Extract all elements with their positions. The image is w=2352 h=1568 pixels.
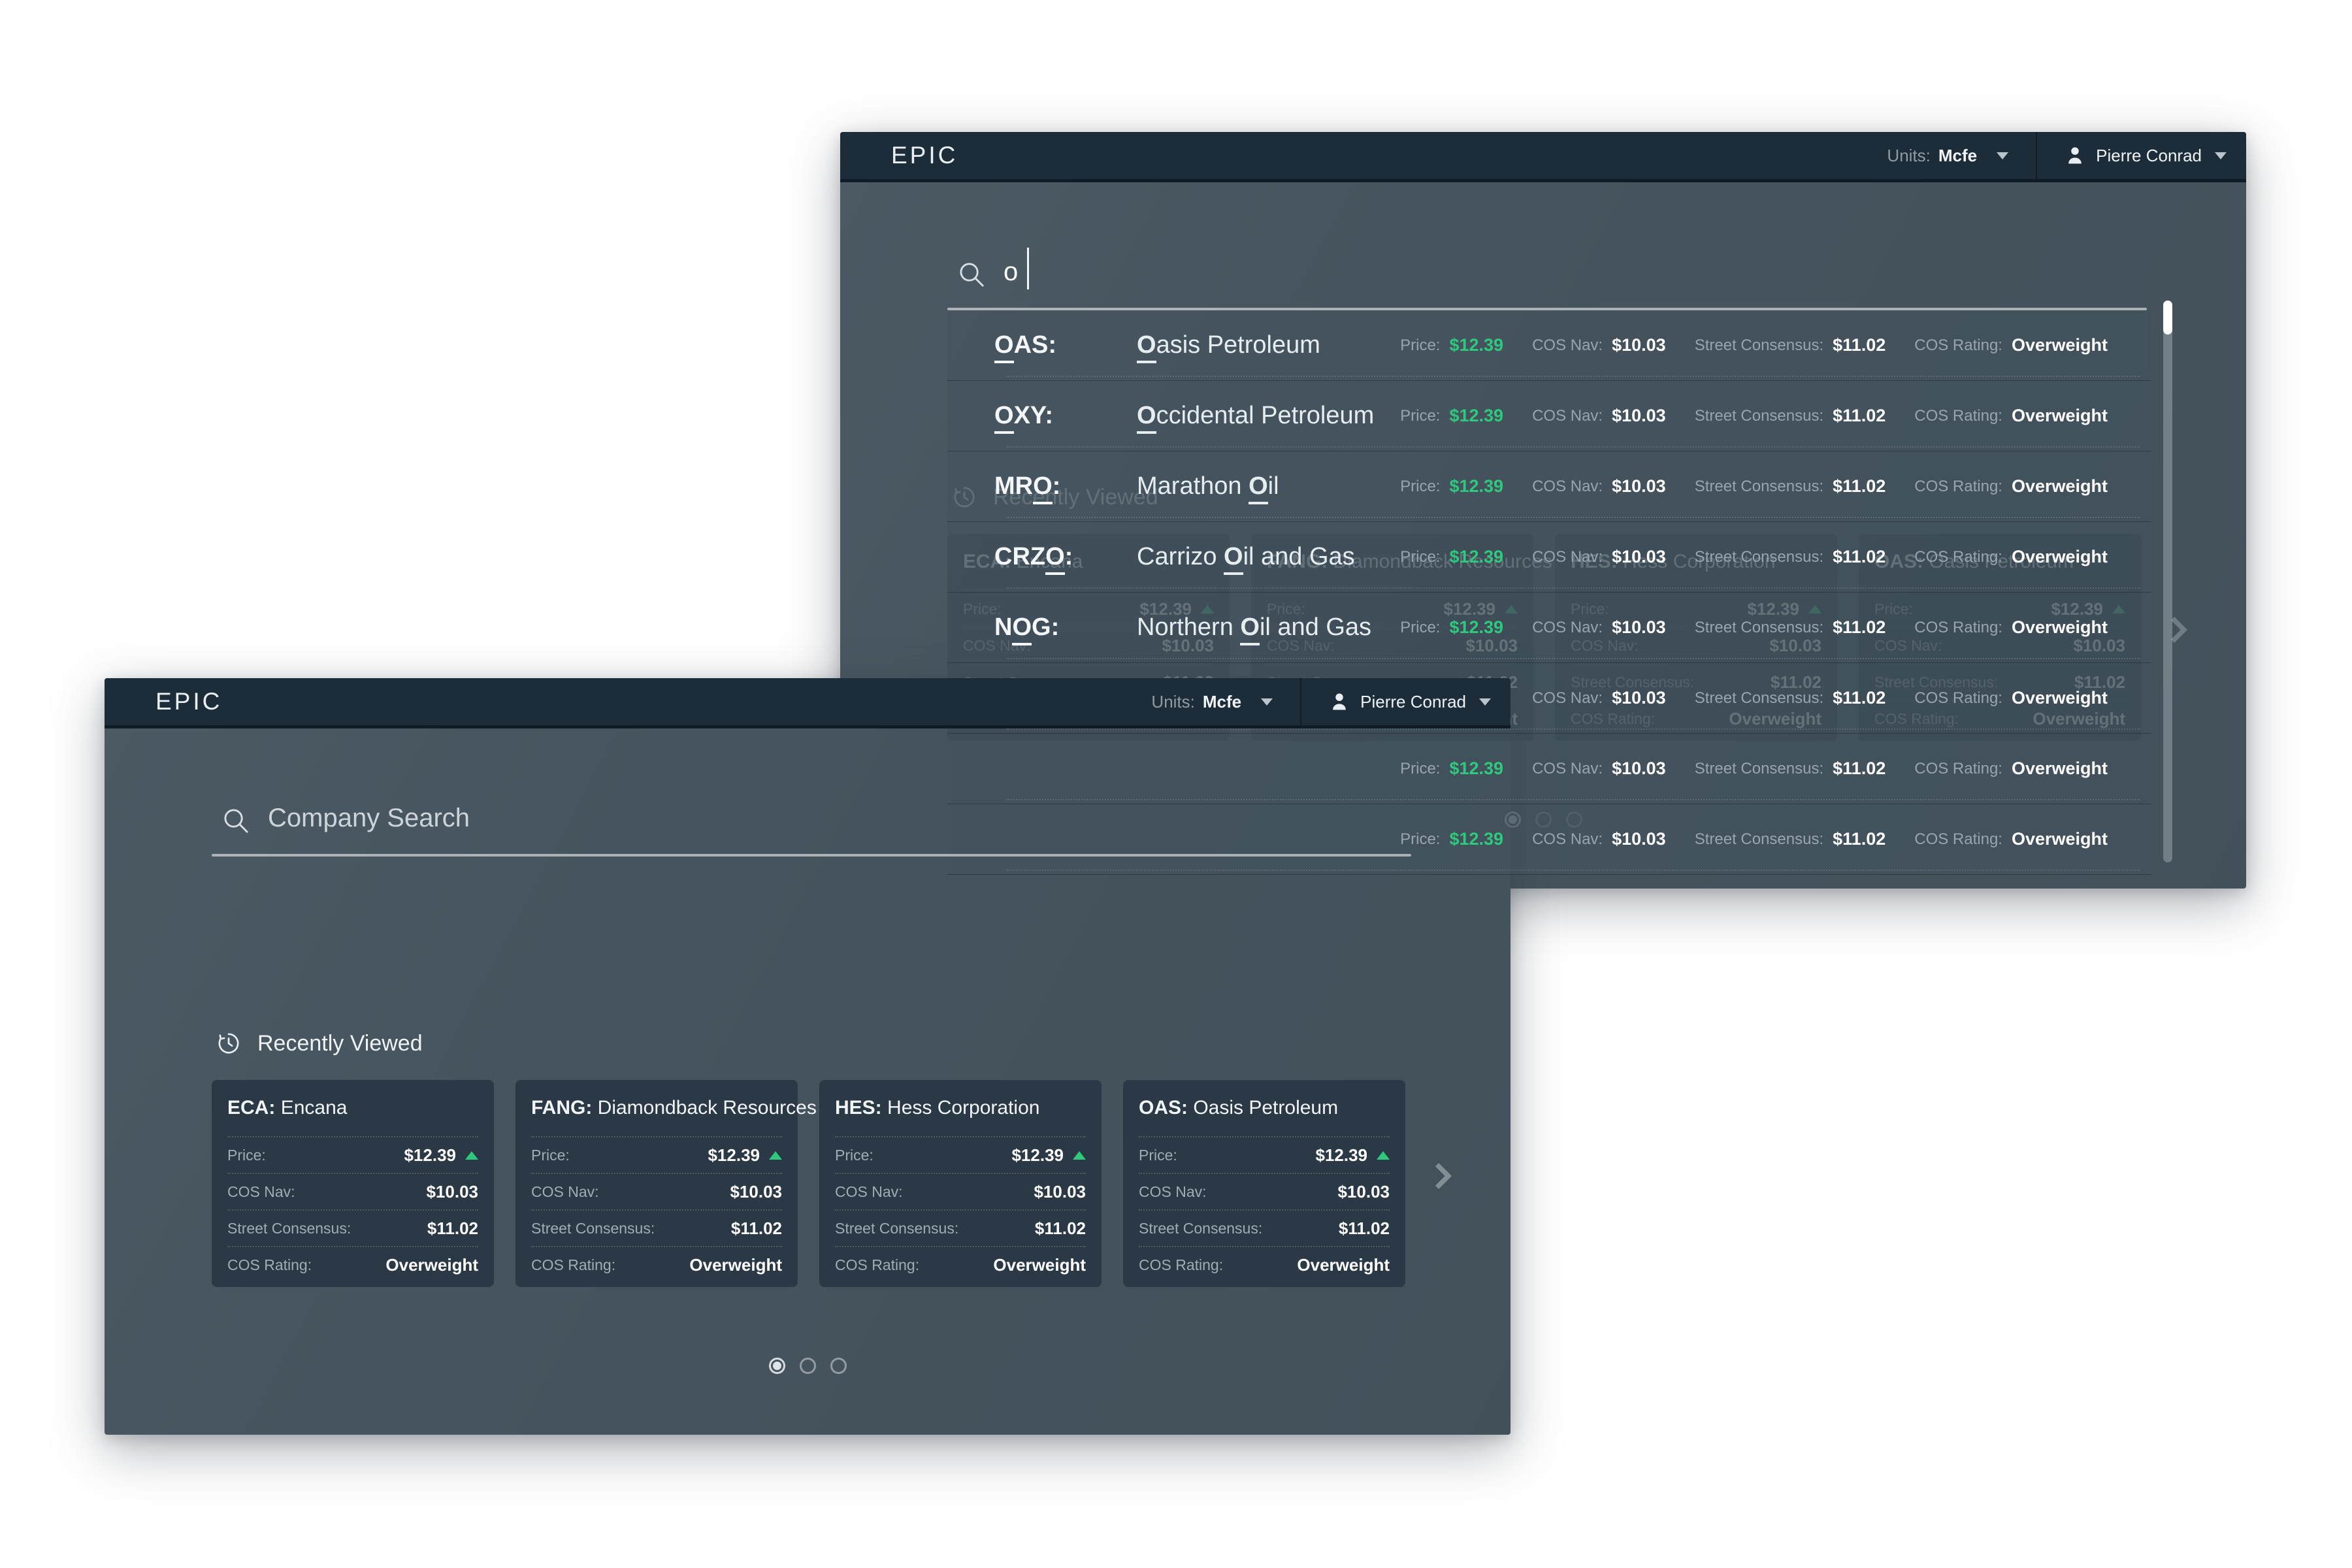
- units-value: Mcfe: [1938, 146, 1977, 166]
- card-metric-row: COS Rating:Overweight: [531, 1246, 782, 1282]
- result-metrics: Price:$12.39COS Nav:$10.03Street Consens…: [1400, 617, 2108, 638]
- recently-viewed-title: Recently Viewed: [257, 1031, 423, 1056]
- triangle-up-icon: [465, 1151, 478, 1160]
- card-metric-row: COS Nav:$10.03: [227, 1173, 478, 1209]
- recently-viewed-header: Recently Viewed: [216, 1030, 423, 1056]
- carousel-dot-active[interactable]: [769, 1358, 785, 1374]
- company-card[interactable]: ECA: Encana Price:$12.39 COS Nav:$10.03 …: [212, 1080, 494, 1287]
- chevron-down-icon: [1997, 152, 2008, 159]
- card-metric-row: COS Rating:Overweight: [1139, 1246, 1390, 1282]
- carousel-dot[interactable]: [830, 1358, 847, 1374]
- triangle-up-icon: [769, 1151, 782, 1160]
- result-company-name: Carrizo Oil and Gas: [1137, 543, 1355, 571]
- person-icon: [2065, 145, 2085, 166]
- app-logo: EPIC: [891, 142, 958, 169]
- result-metrics: Price:$12.39COS Nav:$10.03Street Consens…: [1400, 547, 2108, 567]
- carousel-dot[interactable]: [800, 1358, 816, 1374]
- result-ticker: OXY:: [994, 402, 1137, 430]
- history-clock-icon: [216, 1030, 242, 1056]
- units-label: Units:: [1887, 146, 1930, 166]
- top-bar: EPIC Units: Mcfe Pierre Conrad: [105, 678, 1511, 728]
- result-metrics: Price:$12.39COS Nav:$10.03Street Consens…: [1400, 335, 2108, 355]
- results-scrollbar[interactable]: [2163, 301, 2172, 862]
- card-metric-row: Price:$12.39: [1139, 1136, 1390, 1173]
- search-result-row[interactable]: OAS: Oasis Petroleum Price:$12.39COS Nav…: [947, 310, 2151, 381]
- units-dropdown[interactable]: Units: Mcfe: [1887, 146, 2008, 166]
- card-title: HES: Hess Corporation: [835, 1080, 1086, 1136]
- top-bar-divider: [1300, 678, 1301, 725]
- company-card[interactable]: OAS: Oasis Petroleum Price:$12.39 COS Na…: [1123, 1080, 1405, 1287]
- card-title: OAS: Oasis Petroleum: [1139, 1080, 1390, 1136]
- user-name: Pierre Conrad: [1360, 692, 1466, 712]
- card-metric-row: Price:$12.39: [835, 1136, 1086, 1173]
- search-result-row[interactable]: OXY: Occidental Petroleum Price:$12.39CO…: [947, 381, 2151, 451]
- text-cursor: [1027, 248, 1029, 289]
- top-bar-right: Units: Mcfe Pierre Conrad: [1887, 132, 2246, 179]
- search-bar: [840, 182, 2246, 313]
- card-metric-row: COS Rating:Overweight: [227, 1246, 478, 1282]
- triangle-up-icon: [1073, 1151, 1086, 1160]
- company-card[interactable]: FANG: Diamondback Resources Price:$12.39…: [515, 1080, 798, 1287]
- user-menu[interactable]: Pierre Conrad: [1329, 691, 1491, 712]
- top-bar-divider: [2036, 132, 2037, 179]
- search-icon: [956, 259, 987, 289]
- card-metric-row: COS Rating:Overweight: [835, 1246, 1086, 1282]
- card-metric-row: Street Consensus:$11.02: [835, 1209, 1086, 1246]
- recently-viewed-cards: ECA: Encana Price:$12.39 COS Nav:$10.03 …: [212, 1080, 1405, 1287]
- search-result-row[interactable]: NOG: Northern Oil and Gas Price:$12.39CO…: [947, 593, 2151, 663]
- chevron-down-icon: [1479, 698, 1491, 706]
- card-metric-row: COS Nav:$10.03: [531, 1173, 782, 1209]
- result-ticker: NOG:: [994, 613, 1137, 642]
- result-company-name: Oasis Petroleum: [1137, 331, 1320, 359]
- company-search-input[interactable]: [1002, 250, 1985, 293]
- result-ticker: CRZO:: [994, 543, 1137, 571]
- chevron-down-icon: [2215, 152, 2227, 159]
- search-result-row[interactable]: CRZO: Carrizo Oil and Gas Price:$12.39CO…: [947, 522, 2151, 593]
- card-metric-row: COS Nav:$10.03: [1139, 1173, 1390, 1209]
- user-menu[interactable]: Pierre Conrad: [2065, 145, 2227, 166]
- carousel-next-button[interactable]: [1424, 1159, 1458, 1193]
- top-bar-right: Units: Mcfe Pierre Conrad: [1151, 678, 1511, 725]
- result-metrics: Price:$12.39COS Nav:$10.03Street Consens…: [1400, 406, 2108, 426]
- search-underline: [212, 854, 1411, 857]
- card-title: FANG: Diamondback Resources: [531, 1080, 782, 1136]
- triangle-up-icon: [1377, 1151, 1390, 1160]
- card-metric-row: Street Consensus:$11.02: [1139, 1209, 1390, 1246]
- company-search-input[interactable]: [267, 796, 1249, 840]
- units-label: Units:: [1151, 692, 1194, 712]
- app-logo: EPIC: [155, 688, 222, 715]
- card-metric-row: Price:$12.39: [531, 1136, 782, 1173]
- epic-window-home: EPIC Units: Mcfe Pierre Conrad: [105, 678, 1511, 1435]
- window-content: Recently Viewed ECA: Encana Price:$12.39…: [105, 728, 1511, 1435]
- search-bar: [105, 728, 1511, 859]
- result-company-name: Marathon Oil: [1137, 472, 1279, 500]
- chevron-right-icon: [1424, 1159, 1458, 1193]
- scrollbar-thumb[interactable]: [2163, 301, 2172, 335]
- units-value: Mcfe: [1203, 692, 1241, 712]
- units-dropdown[interactable]: Units: Mcfe: [1151, 692, 1273, 712]
- card-metric-row: Street Consensus:$11.02: [227, 1209, 478, 1246]
- card-title: ECA: Encana: [227, 1080, 478, 1136]
- top-bar: EPIC Units: Mcfe Pierre Conrad: [840, 132, 2246, 182]
- card-metric-row: Price:$12.39: [227, 1136, 478, 1173]
- person-icon: [1329, 691, 1350, 712]
- carousel-dots: [105, 1358, 1511, 1374]
- chevron-down-icon: [1261, 698, 1273, 706]
- result-ticker: MRO:: [994, 472, 1137, 500]
- card-metric-row: COS Nav:$10.03: [835, 1173, 1086, 1209]
- user-name: Pierre Conrad: [2096, 146, 2202, 166]
- result-company-name: Northern Oil and Gas: [1137, 613, 1371, 642]
- search-result-row[interactable]: MRO: Marathon Oil Price:$12.39COS Nav:$1…: [947, 451, 2151, 522]
- result-metrics: Price:$12.39COS Nav:$10.03Street Consens…: [1400, 476, 2108, 497]
- company-card[interactable]: HES: Hess Corporation Price:$12.39 COS N…: [819, 1080, 1102, 1287]
- search-icon: [221, 806, 251, 836]
- search-underline: [947, 308, 2147, 310]
- result-company-name: Occidental Petroleum: [1137, 402, 1374, 430]
- card-metric-row: Street Consensus:$11.02: [531, 1209, 782, 1246]
- result-ticker: OAS:: [994, 331, 1137, 359]
